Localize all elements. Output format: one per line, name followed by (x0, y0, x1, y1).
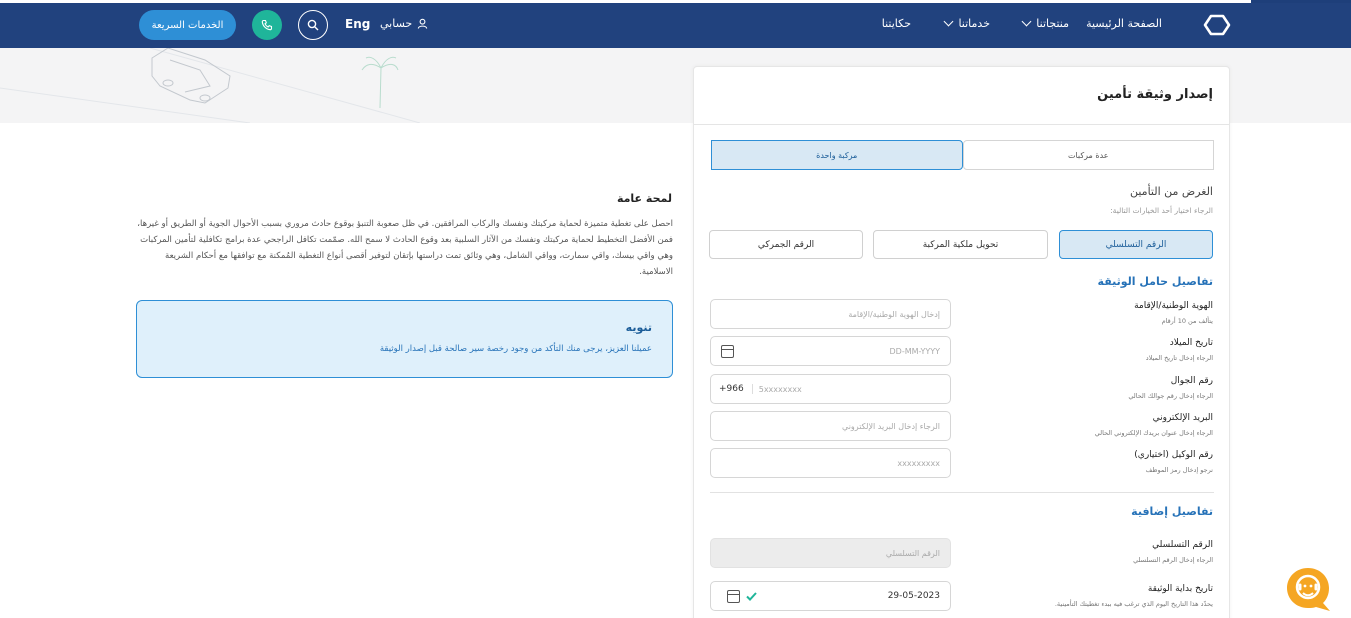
notice-body: عميلنا العزيز، يرجى منك التأكد من وجود ر… (379, 344, 652, 354)
birthdate-hint: الرجاء إدخال تاريخ الميلاد (1145, 354, 1213, 362)
divider (694, 124, 1229, 125)
holder-section-title: تفاصيل حامل الوثيقة (1097, 275, 1213, 288)
section-divider (710, 492, 1214, 493)
chevron-down-icon (1021, 16, 1032, 27)
email-placeholder: الرجاء إدخال البريد الإلكتروني (842, 421, 940, 431)
agent-number-label: رقم الوكيل (اختياري) (1134, 450, 1213, 460)
agent-number-input[interactable]: xxxxxxxxx (710, 448, 951, 478)
policy-start-date-value: 29-05-2023 (887, 591, 940, 601)
account-label: حسابي (380, 17, 413, 30)
search-button[interactable] (298, 10, 328, 40)
form-title: إصدار وثيقة تأمين (1097, 87, 1213, 102)
purpose-option-serial[interactable]: الرقم التسلسلي (1059, 230, 1213, 259)
tab-single-vehicle[interactable]: مركبة واحدة (711, 140, 963, 170)
national-id-hint: يتألف من 10 أرقام (1161, 317, 1213, 325)
hero-illustration (0, 48, 420, 123)
national-id-label: الهوية الوطنية/الإقامة (1134, 301, 1213, 311)
policy-form-card: إصدار وثيقة تأمين مركبة واحدة عدة مركبات… (693, 66, 1230, 618)
brand-logo[interactable] (1203, 13, 1231, 37)
national-id-input[interactable]: إدخال الهوية الوطنية/الإقامة (710, 299, 951, 329)
email-input[interactable]: الرجاء إدخال البريد الإلكتروني (710, 411, 951, 441)
check-icon (746, 591, 757, 601)
policy-start-date-hint: يحدّد هذا التاريخ اليوم الذي ترغب فيه بب… (1054, 600, 1213, 608)
country-code: +966 (711, 384, 753, 394)
nav-home[interactable]: الصفحة الرئيسية (1086, 17, 1162, 30)
purpose-title: الغرض من التأمين (1129, 185, 1213, 198)
calendar-icon[interactable] (721, 344, 734, 358)
phone-icon (261, 19, 273, 31)
overview-title: لمحة عامة (616, 192, 672, 205)
mobile-hint: الرجاء إدخال رقم جوالك الحالي (1128, 392, 1213, 400)
birthdate-label: تاريخ الميلاد (1169, 338, 1213, 348)
serial-number-hint: الرجاء إدخال الرقم التسلسلي (1133, 556, 1213, 564)
chevron-down-icon (943, 16, 954, 27)
policy-start-date-input[interactable]: 29-05-2023 (710, 581, 951, 611)
serial-number-placeholder: الرقم التسلسلي (885, 548, 940, 558)
chatbot-icon[interactable] (1286, 566, 1331, 613)
calendar-icon[interactable] (727, 589, 740, 603)
purpose-option-ownership-transfer[interactable]: تحويل ملكية المركبة (873, 230, 1048, 259)
mobile-input[interactable]: +966 5xxxxxxxx (710, 374, 951, 404)
policy-start-date-label: تاريخ بداية الوثيقة (1147, 584, 1213, 594)
overview-text: احصل على تغطية متميزة لحماية مركبتك ونفس… (137, 219, 673, 277)
language-switch[interactable]: Eng (345, 17, 370, 31)
agent-number-hint: نرجو إدخال رمز الموظف (1145, 466, 1213, 474)
serial-number-label: الرقم التسلسلي (1152, 540, 1213, 550)
search-icon (307, 19, 319, 31)
email-label: البريد الإلكتروني (1152, 413, 1213, 423)
notice-title: تنويه (625, 321, 652, 334)
email-hint: الرجاء إدخال عنوان بريدك الإلكتروني الحا… (1094, 429, 1213, 437)
birthdate-placeholder: DD-MM-YYYY (889, 346, 941, 356)
agent-number-placeholder: xxxxxxxxx (897, 458, 940, 468)
purpose-option-customs[interactable]: الرقم الجمركي (709, 230, 863, 259)
call-button[interactable] (252, 10, 282, 40)
additional-section-title: تفاصيل إضافية (1131, 505, 1213, 518)
main-navbar: الصفحة الرئيسية منتجاتنا خدماتنا حكايتنا… (0, 3, 1351, 48)
user-icon (418, 18, 428, 29)
nav-services[interactable]: خدماتنا (943, 16, 990, 30)
nav-products[interactable]: منتجاتنا (1021, 16, 1069, 30)
national-id-placeholder: إدخال الهوية الوطنية/الإقامة (848, 309, 940, 319)
nav-our-story[interactable]: حكايتنا (882, 17, 911, 30)
quick-services-button[interactable]: الخدمات السريعة (139, 10, 236, 40)
birthdate-input[interactable]: DD-MM-YYYY (710, 336, 951, 366)
tab-multiple-vehicles[interactable]: عدة مركبات (962, 140, 1214, 170)
account-link[interactable]: حسابي (380, 17, 428, 30)
notice-box: تنويه عميلنا العزيز، يرجى منك التأكد من … (136, 300, 673, 378)
mobile-label: رقم الجوال (1170, 376, 1213, 386)
purpose-hint: الرجاء اختيار أحد الخيارات التالية: (1110, 206, 1213, 215)
serial-number-input[interactable]: الرقم التسلسلي (710, 538, 951, 568)
mobile-placeholder: 5xxxxxxxx (758, 384, 802, 394)
vehicle-count-toggle: مركبة واحدة عدة مركبات (711, 140, 1214, 170)
